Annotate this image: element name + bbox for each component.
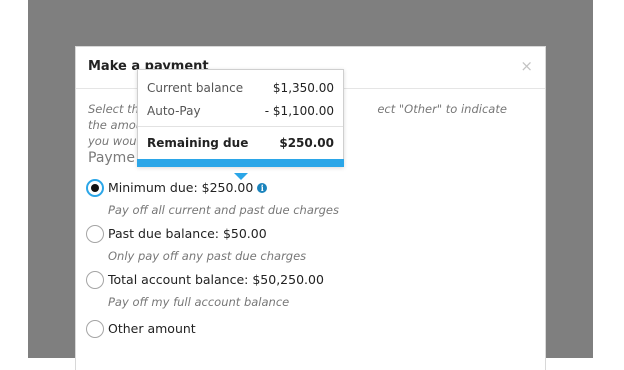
option-description: Pay off all current and past due charges — [108, 203, 339, 217]
tooltip-accent-bar — [137, 159, 344, 167]
option-description: Pay off my full account balance — [108, 295, 290, 309]
tooltip-label: Current balance — [147, 81, 244, 95]
tooltip-value: - $1,100.00 — [264, 104, 334, 118]
balance-tooltip: Current balance $1,350.00 Auto-Pay - $1,… — [137, 69, 344, 180]
info-icon[interactable]: i — [257, 183, 268, 193]
tooltip-label: Auto-Pay — [147, 104, 201, 118]
option-description: Only pay off any past due charges — [108, 249, 307, 263]
tooltip-arrow — [234, 173, 248, 180]
radio-total-balance[interactable] — [86, 271, 104, 289]
radio-other-amount[interactable] — [86, 320, 104, 338]
section-label: Payme — [88, 150, 135, 166]
tooltip-label: Remaining due — [147, 136, 249, 150]
option-label: Minimum due: $250.00 — [108, 180, 254, 195]
tooltip-divider — [138, 126, 343, 127]
tooltip-value: $250.00 — [279, 136, 334, 150]
option-label: Past due balance: $50.00 — [108, 226, 267, 241]
option-label: Other amount — [108, 321, 196, 336]
radio-minimum-due[interactable] — [86, 179, 104, 197]
close-icon[interactable]: × — [520, 59, 533, 74]
radio-past-due[interactable] — [86, 225, 104, 243]
option-label: Total account balance: $50,250.00 — [108, 272, 324, 287]
tooltip-value: $1,350.00 — [272, 81, 334, 95]
